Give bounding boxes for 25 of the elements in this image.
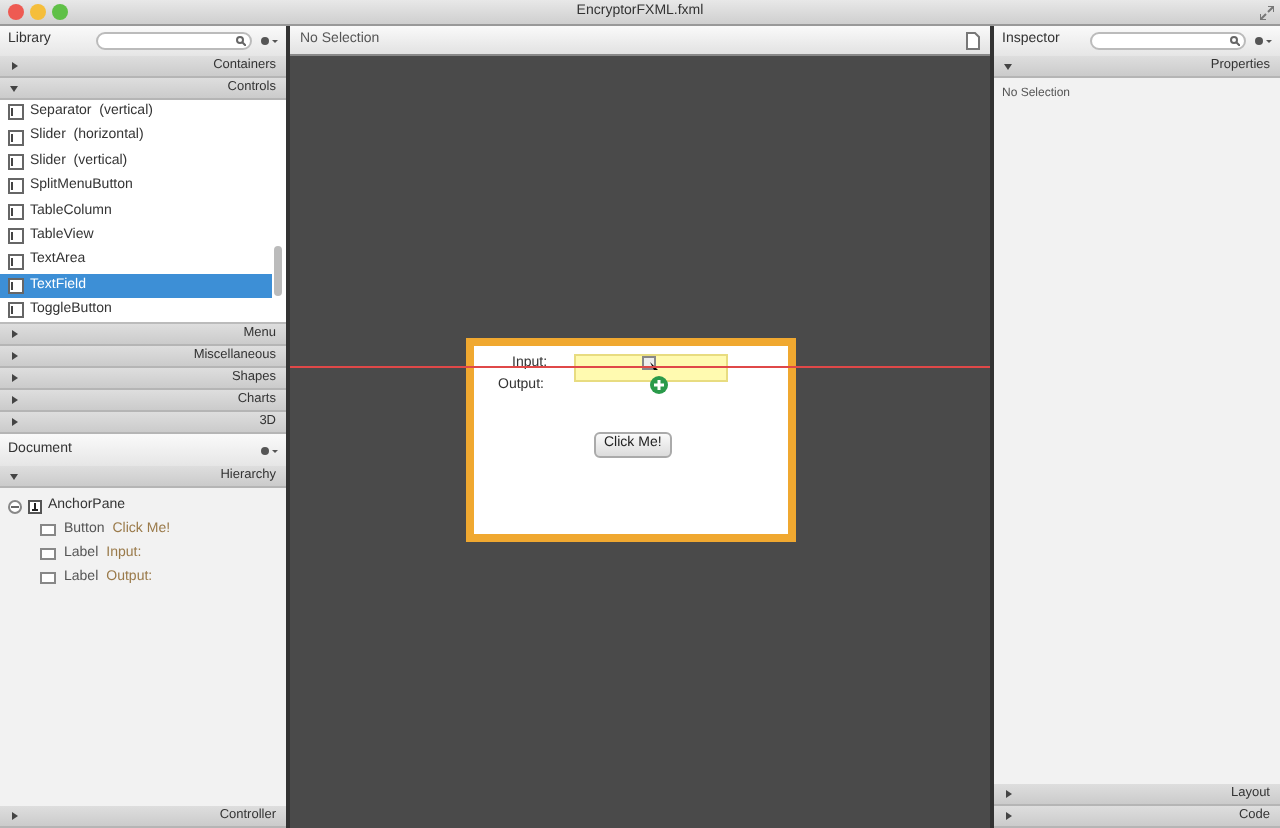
scrollbar-thumb[interactable] [274,246,282,296]
gear-icon[interactable] [1254,36,1272,46]
control-icon [8,228,24,245]
collapse-icon[interactable] [8,499,22,513]
node-icon [40,548,56,560]
control-icon [8,129,24,146]
control-icon [8,277,24,294]
control-icon [8,253,24,270]
control-icon [8,203,24,220]
search-field[interactable] [96,32,252,50]
node-icon [40,524,56,536]
fullscreen-icon[interactable] [1260,6,1274,20]
search-field[interactable] [1090,32,1246,50]
control-icon [8,178,24,195]
gear-icon[interactable] [260,36,278,46]
document-icon[interactable] [966,31,980,49]
zoom-icon[interactable] [52,4,68,20]
search-icon [236,36,246,46]
add-icon [650,376,668,394]
close-icon[interactable] [8,4,24,20]
anchor-icon [28,499,42,513]
control-icon [8,153,24,170]
search-icon [1230,36,1240,46]
node-icon [40,572,56,584]
gear-icon[interactable] [260,445,278,455]
